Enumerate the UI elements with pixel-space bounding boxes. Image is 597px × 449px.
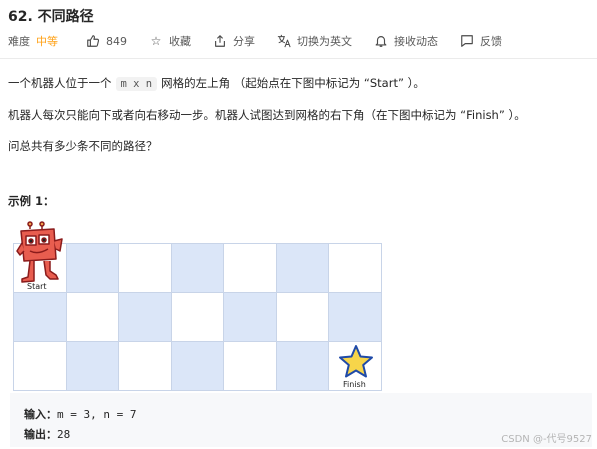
bell-icon [374, 34, 388, 48]
example-input-line: 输入：m = 3, n = 7 [24, 406, 136, 422]
difficulty-value: 中等 [36, 35, 58, 48]
description-paragraph-1: 一个机器人位于一个 m x n 网格的左上角 （起始点在下图中标记为 “Start”… [8, 75, 425, 91]
favorite-button[interactable]: ☆ 收藏 [149, 33, 191, 49]
grid-cell [276, 342, 329, 391]
grid-cell [66, 244, 119, 293]
description-paragraph-3: 问总共有多少条不同的路径？ [8, 139, 158, 153]
grid-cell [171, 342, 224, 391]
problem-title: 62. 不同路径 [8, 9, 94, 25]
divider [0, 58, 597, 59]
grid-cell [14, 342, 67, 391]
share-button[interactable]: 分享 [213, 33, 255, 49]
grid-cell [224, 293, 277, 342]
output-key: 输出： [24, 428, 57, 441]
input-value: m = 3, n = 7 [57, 408, 137, 421]
grid-cell [329, 244, 382, 293]
difficulty-label: 难度 [8, 35, 30, 48]
output-value: 28 [57, 428, 71, 441]
robot-icon [16, 221, 63, 283]
grid-cell [119, 244, 172, 293]
robot-grid-figure [13, 243, 382, 391]
grid-cell [119, 293, 172, 342]
grid-cell [276, 293, 329, 342]
switch-language-label: 切换为英文 [297, 35, 352, 48]
feedback-icon [460, 34, 474, 48]
example-title: 示例 1： [8, 194, 55, 208]
grid-cell [14, 293, 67, 342]
star-icon: ☆ [150, 34, 162, 48]
problem-meta-bar: 难度 中等 849 ☆ 收藏 分享 切换为英文 接收动态 反馈 [8, 33, 524, 49]
example-output-line: 输出：28 [24, 426, 70, 442]
like-button[interactable]: 849 [86, 34, 127, 48]
grid-cell [66, 293, 119, 342]
grid-cell [224, 342, 277, 391]
favorite-label: 收藏 [169, 35, 191, 48]
translate-icon [277, 34, 291, 48]
finish-label: Finish [343, 380, 366, 389]
thumbs-up-icon [86, 34, 100, 48]
grid-cell [171, 293, 224, 342]
share-icon [213, 34, 227, 48]
inline-code: m x n [115, 77, 158, 91]
grid-cell [119, 342, 172, 391]
start-label: Start [27, 282, 47, 291]
feedback-button[interactable]: 反馈 [460, 33, 502, 49]
switch-language-button[interactable]: 切换为英文 [277, 33, 352, 49]
description-text: 一个机器人位于一个 [8, 76, 112, 90]
input-key: 输入： [24, 408, 57, 421]
description-text: 网格的左上角 （起始点在下图中标记为 “Start” ）。 [161, 76, 425, 90]
like-count: 849 [106, 34, 127, 48]
feedback-label: 反馈 [480, 35, 502, 48]
watermark: CSDN @-代号9527 [501, 434, 592, 445]
grid-cell [171, 244, 224, 293]
grid-cell [276, 244, 329, 293]
grid-cell [224, 244, 277, 293]
grid-cell [329, 293, 382, 342]
grid-cell [66, 342, 119, 391]
finish-star-icon [339, 345, 373, 378]
notify-label: 接收动态 [394, 35, 438, 48]
notify-button[interactable]: 接收动态 [374, 33, 438, 49]
share-label: 分享 [233, 35, 255, 48]
description-paragraph-2: 机器人每次只能向下或者向右移动一步。机器人试图达到网格的右下角（在下图中标记为 … [8, 108, 526, 122]
